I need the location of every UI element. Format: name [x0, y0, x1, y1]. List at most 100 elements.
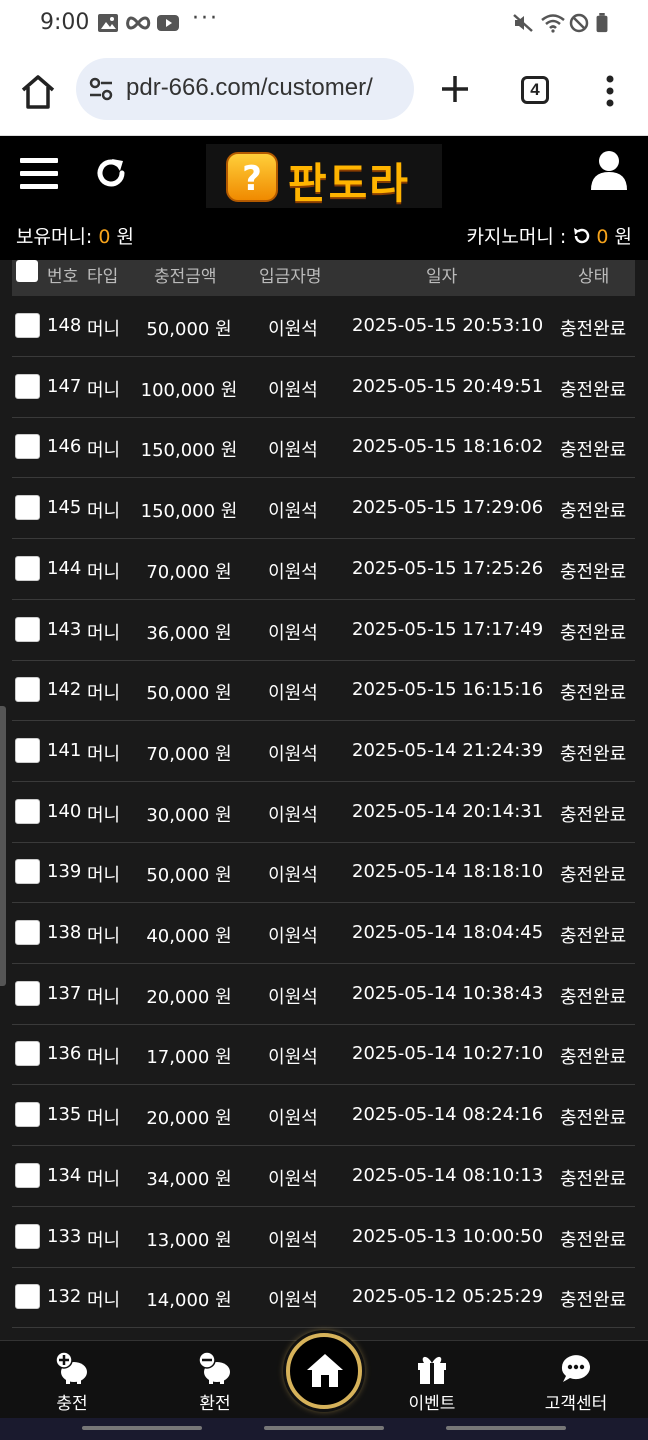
browser-toolbar: pdr-666.com/customer/ 4 — [0, 48, 648, 136]
row-date: 2025-05-15 17:25:26 — [352, 557, 544, 579]
user-icon[interactable] — [590, 150, 628, 190]
table-row[interactable]: 139 머니 50,000 원 이원석 2025-05-14 18:18:10 충전완료 — [12, 842, 635, 904]
gesture-recent[interactable] — [82, 1426, 202, 1430]
row-status: 충전완료 — [560, 1047, 627, 1069]
casino-money: 카지노머니 : 0 원 — [466, 222, 632, 249]
row-checkbox[interactable] — [15, 373, 40, 399]
row-checkbox[interactable] — [15, 495, 40, 521]
row-id: 134 — [47, 1164, 82, 1186]
row-checkbox[interactable] — [15, 555, 40, 581]
gesture-home[interactable] — [264, 1426, 384, 1430]
table-row[interactable]: 141 머니 70,000 원 이원석 2025-05-14 21:24:39 충전완료 — [12, 721, 635, 782]
status-bar: 9:00 ··· — [0, 0, 648, 48]
row-checkbox[interactable] — [15, 798, 40, 824]
deposit-history-table[interactable]: 번호 타입 충전금액 입금자명 일자 상태 148 머니 50,000 원 이원석 20… — [0, 260, 648, 1340]
row-date: 2025-05-14 10:38:43 — [352, 982, 544, 1004]
row-checkbox[interactable] — [15, 313, 40, 338]
row-amount: 13,000 원 — [146, 1229, 232, 1251]
row-checkbox[interactable] — [15, 1223, 40, 1249]
row-depositor: 이원석 — [268, 1108, 318, 1130]
table-row[interactable]: 146 머니 150,000 원 이원석 2025-05-15 18:16:02 충전완료 — [12, 417, 635, 479]
row-checkbox[interactable] — [15, 859, 40, 885]
table-row[interactable]: 134 머니 34,000 원 이원석 2025-05-14 08:10:13 충전완료 — [12, 1146, 635, 1207]
row-status: 충전완료 — [560, 1229, 627, 1251]
table-row[interactable]: 140 머니 30,000 원 이원석 2025-05-14 20:14:31 충전완료 — [12, 782, 635, 843]
table-row[interactable]: 133 머니 13,000 원 이원석 2025-05-13 10:00:50 충전완료 — [12, 1207, 635, 1268]
gesture-back[interactable] — [446, 1426, 566, 1430]
site-logo[interactable]: ? 판도라 — [206, 144, 442, 208]
row-date: 2025-05-14 21:24:39 — [352, 739, 544, 761]
select-all-checkbox[interactable] — [16, 260, 38, 282]
youtube-icon — [157, 15, 179, 31]
row-depositor: 이원석 — [268, 1168, 318, 1190]
row-type: 머니 — [87, 561, 121, 583]
row-checkbox[interactable] — [15, 737, 40, 763]
gesture-bar — [0, 1418, 648, 1440]
withdraw-piggy-icon — [198, 1351, 230, 1384]
refresh-icon[interactable] — [94, 156, 128, 190]
row-type: 머니 — [87, 622, 121, 644]
nav-event[interactable]: 이벤트 — [377, 1341, 487, 1419]
nav-deposit[interactable]: 충전 — [17, 1341, 127, 1419]
casino-money-label: 카지노머니 : — [466, 226, 573, 248]
table-row[interactable]: 132 머니 14,000 원 이원석 2025-05-12 05:25:29 충전완료 — [12, 1267, 635, 1329]
row-id: 139 — [47, 861, 82, 883]
browser-menu-icon[interactable] — [600, 74, 620, 108]
table-row[interactable]: 148 머니 50,000 원 이원석 2025-05-15 20:53:10 충전완료 — [12, 296, 635, 357]
row-type: 머니 — [87, 501, 121, 523]
table-row[interactable]: 137 머니 20,000 원 이원석 2025-05-14 10:38:43 충전완료 — [12, 964, 635, 1025]
row-type: 머니 — [87, 865, 121, 887]
casino-money-unit: 원 — [608, 226, 633, 248]
dnd-icon — [569, 13, 589, 33]
row-checkbox[interactable] — [15, 434, 40, 460]
casino-refresh-icon[interactable] — [572, 227, 590, 245]
row-id: 143 — [47, 618, 82, 640]
edge-panel-handle[interactable] — [0, 706, 6, 986]
new-tab-icon[interactable] — [440, 74, 470, 104]
row-depositor: 이원석 — [268, 319, 318, 340]
row-amount: 17,000 원 — [146, 1047, 232, 1069]
row-type: 머니 — [87, 1229, 121, 1251]
address-bar[interactable]: pdr-666.com/customer/ — [76, 58, 414, 120]
table-row[interactable]: 145 머니 150,000 원 이원석 2025-05-15 17:29:06 충전완료 — [12, 478, 635, 540]
table-row[interactable]: 143 머니 36,000 원 이원석 2025-05-15 17:17:49 충전완료 — [12, 600, 635, 661]
table-row[interactable]: 144 머니 70,000 원 이원석 2025-05-15 17:25:26 충전완료 — [12, 539, 635, 600]
row-checkbox[interactable] — [15, 1284, 40, 1310]
row-checkbox[interactable] — [15, 1041, 40, 1067]
row-checkbox[interactable] — [15, 616, 40, 642]
row-status: 충전완료 — [560, 926, 627, 947]
row-checkbox[interactable] — [15, 980, 40, 1006]
row-amount: 50,000 원 — [146, 319, 232, 340]
table-row[interactable]: 147 머니 100,000 원 이원석 2025-05-15 20:49:51 충전완료 — [12, 357, 635, 418]
row-amount: 70,000 원 — [146, 743, 232, 765]
row-checkbox[interactable] — [15, 677, 40, 703]
image-icon — [98, 14, 118, 32]
nav-withdraw[interactable]: 환전 — [160, 1341, 270, 1419]
row-id: 136 — [47, 1043, 82, 1065]
row-checkbox[interactable] — [15, 1162, 40, 1188]
site-settings-icon[interactable] — [88, 76, 114, 102]
row-amount: 36,000 원 — [146, 622, 232, 644]
row-status: 충전완료 — [560, 804, 627, 826]
row-depositor: 이원석 — [268, 1047, 318, 1069]
table-row[interactable]: 142 머니 50,000 원 이원석 2025-05-15 16:15:16 충전완료 — [12, 660, 635, 722]
nav-support-label: 고객센터 — [544, 1394, 608, 1414]
row-amount: 20,000 원 — [146, 986, 232, 1008]
tab-switcher-button[interactable]: 4 — [521, 76, 549, 104]
nav-support[interactable]: 고객센터 — [521, 1341, 631, 1419]
row-amount: 34,000 원 — [146, 1168, 232, 1190]
logo-mark: ? — [226, 152, 278, 202]
deposit-piggy-icon — [55, 1351, 87, 1384]
nav-home-button[interactable] — [286, 1333, 362, 1409]
row-depositor: 이원석 — [268, 1290, 318, 1312]
header-status: 상태 — [578, 267, 610, 287]
row-checkbox[interactable] — [15, 1102, 40, 1128]
nav-event-label: 이벤트 — [408, 1394, 456, 1414]
menu-icon[interactable] — [20, 158, 58, 190]
table-row[interactable]: 136 머니 17,000 원 이원석 2025-05-14 10:27:10 충전완료 — [12, 1024, 635, 1086]
row-checkbox[interactable] — [15, 920, 40, 945]
row-status: 충전완료 — [560, 440, 627, 462]
table-row[interactable]: 138 머니 40,000 원 이원석 2025-05-14 18:04:45 충전완료 — [12, 903, 635, 964]
browser-home-icon[interactable] — [18, 72, 58, 112]
table-row[interactable]: 135 머니 20,000 원 이원석 2025-05-14 08:24:16 충전완료 — [12, 1085, 635, 1147]
